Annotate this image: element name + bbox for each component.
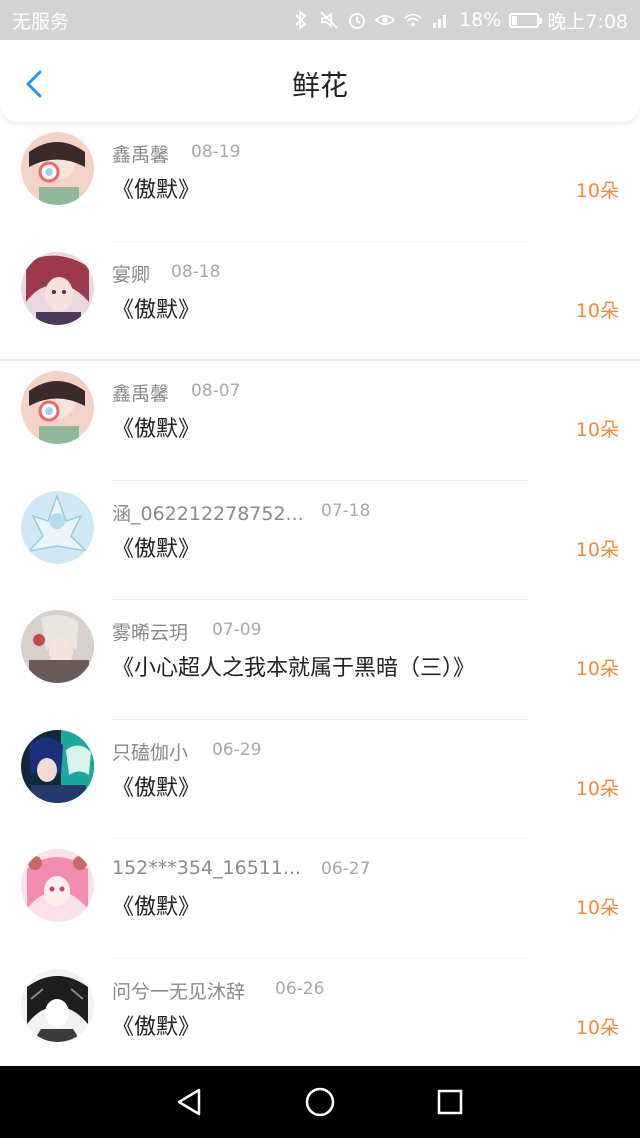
flower-count: 10朵: [575, 658, 619, 680]
avatar[interactable]: [21, 729, 94, 803]
battery-icon: [509, 12, 543, 28]
date-text: 08-19: [191, 142, 241, 162]
list-item[interactable]: 宴卿 08-18 《傲默》 10朵: [0, 242, 640, 361]
flower-list: 鑫禹馨 08-19 《傲默》 10朵 宴卿 08-18 《傲默》 10朵 鑫禹馨…: [0, 122, 640, 1078]
book-title[interactable]: 《傲默》: [112, 172, 200, 204]
page-title: 鲜花: [291, 69, 348, 102]
date-text: 08-07: [191, 381, 241, 401]
book-title[interactable]: 《傲默》: [112, 292, 200, 324]
avatar[interactable]: [21, 968, 94, 1042]
user-name[interactable]: 雾晞云玥: [112, 618, 188, 645]
app-header: 鲜花: [0, 40, 640, 122]
carrier-text: 无服务: [12, 10, 70, 33]
user-name[interactable]: 鑫禹馨: [112, 140, 169, 167]
nav-home-button[interactable]: [304, 1086, 336, 1118]
flower-count: 10朵: [575, 538, 619, 561]
date-text: 08-18: [171, 261, 221, 282]
book-title[interactable]: 《傲默》: [112, 411, 200, 443]
avatar[interactable]: [21, 849, 94, 922]
date-text: 06-26: [275, 978, 325, 999]
nav-back-icon: [177, 1088, 201, 1116]
system-nav-bar: [0, 1066, 640, 1138]
mute-icon: [319, 10, 339, 30]
book-title[interactable]: 《傲默》: [112, 889, 200, 921]
avatar[interactable]: [21, 610, 94, 683]
book-title[interactable]: 《傲默》: [112, 1009, 200, 1041]
date-text: 06-29: [212, 739, 262, 760]
flower-count: 10朵: [575, 299, 619, 322]
book-title[interactable]: 《傲默》: [112, 770, 200, 802]
status-bar: 无服务 18% 晚上7:08: [0, 0, 640, 40]
avatar[interactable]: [21, 371, 94, 444]
eye-icon: [375, 10, 396, 30]
signal-icon: [431, 10, 451, 30]
clock-text: 晚上7:08: [547, 10, 628, 33]
date-text: 07-18: [321, 500, 371, 521]
user-name[interactable]: 问兮一无见沐辞: [112, 977, 245, 1004]
flower-count: 10朵: [575, 897, 619, 919]
nav-home-icon: [305, 1087, 335, 1117]
list-item[interactable]: 152***354_16511... 06-27 《傲默》 10朵: [0, 839, 640, 959]
list-item[interactable]: 鑫禹馨 08-19 《傲默》 10朵: [0, 122, 640, 242]
flower-count: 10朵: [575, 777, 619, 800]
list-item[interactable]: 只磕伽小 06-29 《傲默》 10朵: [0, 720, 640, 839]
alarm-icon: [347, 10, 367, 30]
user-name[interactable]: 152***354_16511...: [112, 857, 301, 879]
user-name[interactable]: 宴卿: [112, 260, 150, 287]
nav-recents-button[interactable]: [434, 1086, 466, 1118]
flower-count: 10朵: [575, 419, 619, 441]
list-item[interactable]: 雾晞云玥 07-09 《小心超人之我本就属于黑暗（三）》 10朵: [0, 600, 640, 720]
list-item[interactable]: 鑫禹馨 08-07 《傲默》 10朵: [0, 361, 640, 481]
avatar[interactable]: [21, 490, 94, 564]
avatar[interactable]: [21, 251, 94, 325]
date-text: 07-09: [212, 620, 262, 640]
flower-count: 10朵: [575, 180, 619, 202]
user-name[interactable]: 涵_062212278752...: [112, 499, 304, 526]
user-name[interactable]: 只磕伽小: [112, 738, 188, 765]
nav-back-button[interactable]: [173, 1086, 205, 1118]
flower-count: 10朵: [575, 1016, 619, 1039]
list-item[interactable]: 涵_062212278752... 07-18 《傲默》 10朵: [0, 481, 640, 600]
book-title[interactable]: 《傲默》: [112, 531, 200, 563]
avatar[interactable]: [21, 132, 94, 205]
nav-recents-icon: [437, 1089, 463, 1115]
list-item[interactable]: 问兮一无见沐辞 06-26 《傲默》 10朵: [0, 959, 640, 1079]
bluetooth-icon: [291, 10, 311, 30]
date-text: 06-27: [321, 859, 371, 879]
battery-percent: 18%: [459, 9, 502, 31]
user-name[interactable]: 鑫禹馨: [112, 379, 169, 406]
wifi-icon: [403, 10, 423, 30]
book-title[interactable]: 《小心超人之我本就属于黑暗（三）》: [112, 650, 475, 682]
